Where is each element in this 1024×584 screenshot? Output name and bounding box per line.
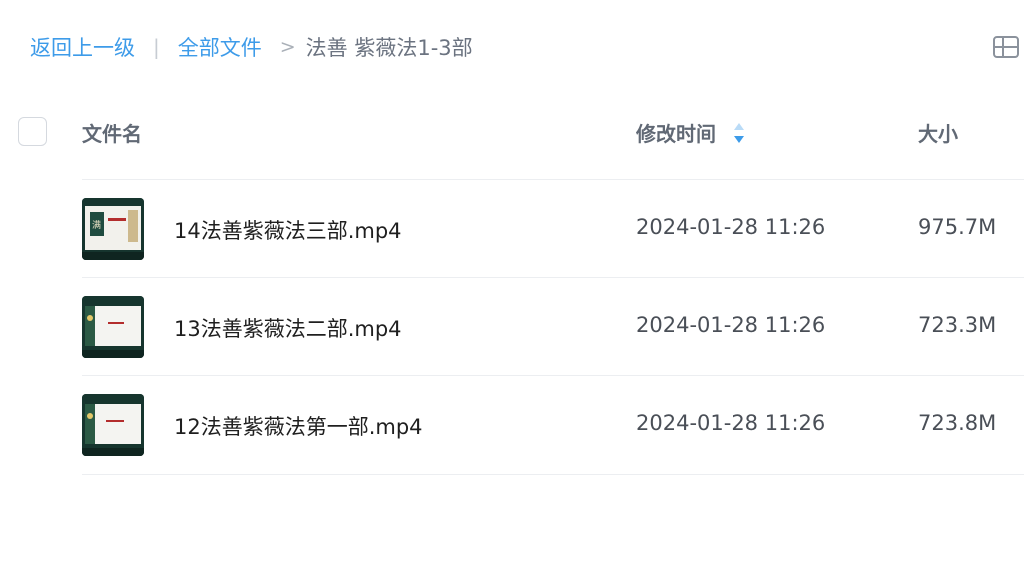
- column-header-modified[interactable]: 修改时间: [636, 118, 746, 147]
- file-name[interactable]: 13法善紫薇法二部.mp4: [174, 313, 402, 343]
- svg-text:满: 满: [92, 220, 101, 231]
- file-name[interactable]: 14法善紫薇法三部.mp4: [174, 215, 402, 245]
- file-modified-time: 2024-01-28 11:26: [636, 215, 826, 239]
- breadcrumb-divider: |: [153, 35, 160, 59]
- video-thumbnail: [82, 296, 144, 358]
- breadcrumb-separator: >: [279, 36, 296, 58]
- file-modified-time: 2024-01-28 11:26: [636, 411, 826, 435]
- current-folder-label: 法善 紫薇法1-3部: [305, 36, 473, 60]
- file-size: 723.3M: [918, 313, 997, 337]
- video-thumbnail: [82, 394, 144, 456]
- back-link[interactable]: 返回上一级: [30, 32, 135, 62]
- column-header-name[interactable]: 文件名: [82, 118, 142, 147]
- all-files-link[interactable]: 全部文件: [178, 32, 262, 62]
- grid-view-icon[interactable]: [992, 35, 1020, 59]
- column-header-modified-label: 修改时间: [636, 122, 716, 146]
- file-name[interactable]: 12法善紫薇法第一部.mp4: [174, 411, 423, 441]
- file-size: 723.8M: [918, 411, 997, 435]
- table-row[interactable]: 13法善紫薇法二部.mp4 2024-01-28 11:26 723.3M: [0, 278, 1024, 376]
- file-modified-time: 2024-01-28 11:26: [636, 313, 826, 337]
- table-row[interactable]: 12法善紫薇法第一部.mp4 2024-01-28 11:26 723.8M: [0, 376, 1024, 474]
- table-header: 文件名 修改时间 大小: [0, 105, 1024, 159]
- column-header-size[interactable]: 大小: [918, 118, 958, 147]
- table-row[interactable]: 满 14法善紫薇法三部.mp4 2024-01-28 11:26 975.7M: [0, 180, 1024, 278]
- breadcrumb: 返回上一级 | 全部文件 > 法善 紫薇法1-3部: [30, 32, 473, 62]
- row-divider: [82, 474, 1024, 475]
- file-size: 975.7M: [918, 215, 997, 239]
- select-all-checkbox[interactable]: [18, 117, 47, 146]
- sort-icon[interactable]: [732, 120, 746, 146]
- video-thumbnail: 满: [82, 198, 144, 260]
